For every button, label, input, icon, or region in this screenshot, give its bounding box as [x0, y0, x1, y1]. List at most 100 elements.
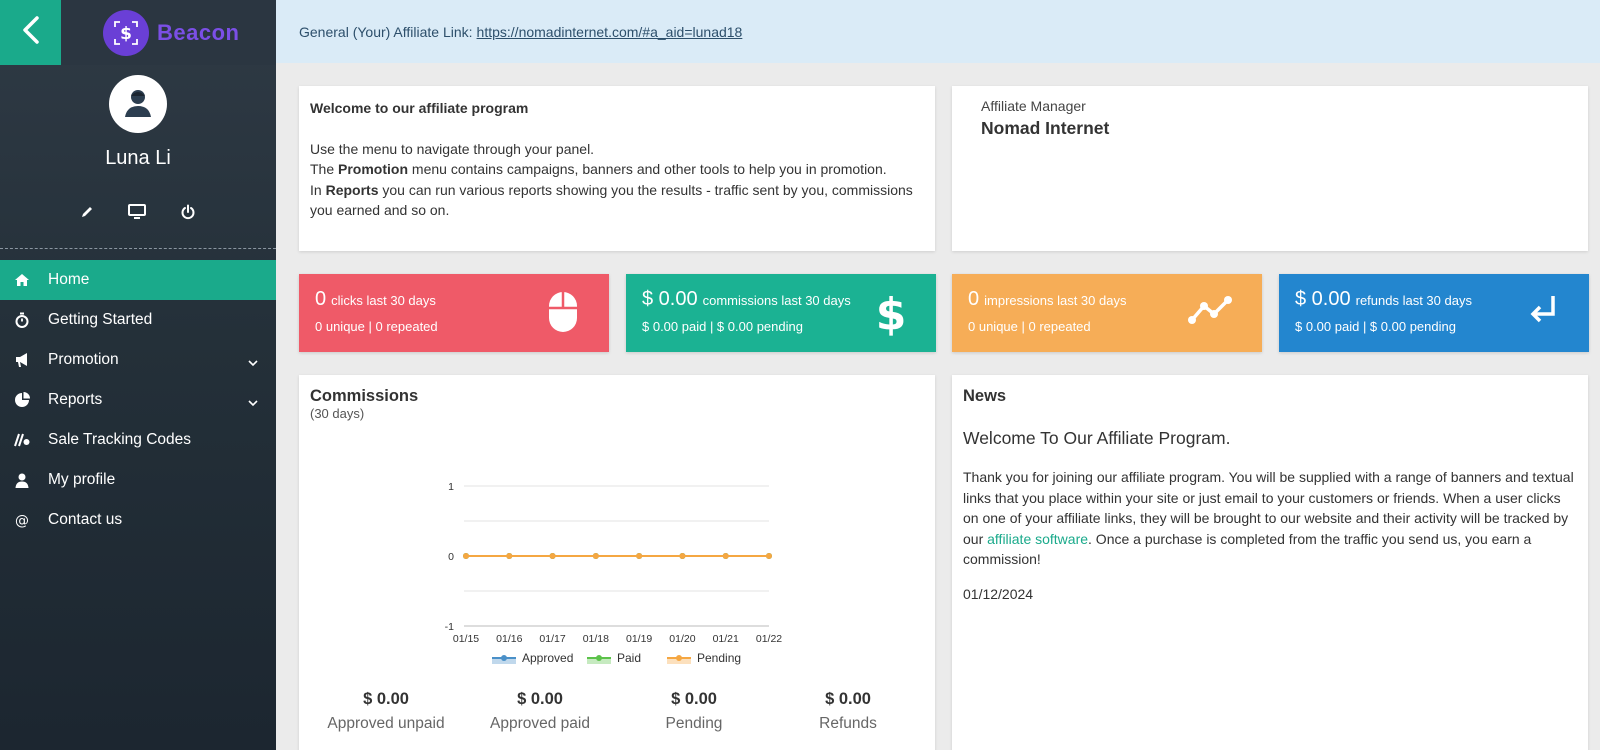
total-amount: $ 0.00	[825, 690, 871, 708]
sidebar-item-promotion[interactable]: Promotion	[0, 340, 276, 380]
sidebar-item-label: Home	[48, 271, 90, 288]
welcome-line-3-pre: In	[310, 181, 322, 198]
monitor-icon[interactable]	[128, 204, 146, 220]
return-arrow-icon	[1527, 290, 1559, 335]
total-pending: $ 0.00 Pending	[617, 690, 771, 733]
sidebar: $ Beacon Luna Li Home Getting Started Pr…	[0, 0, 276, 750]
total-label: Pending	[665, 715, 723, 732]
stat-impressions-caption: impressions last 30 days	[984, 293, 1127, 308]
chart-point	[679, 553, 686, 559]
chart-legend-marker	[676, 655, 682, 661]
sidebar-item-label: Promotion	[48, 351, 119, 368]
user-profile: Luna Li	[0, 65, 276, 224]
chevron-down-icon	[248, 354, 258, 372]
avatar[interactable]	[109, 75, 167, 133]
affiliate-manager-card: Affiliate Manager Nomad Internet	[952, 86, 1588, 251]
welcome-title: Welcome to our affiliate program	[310, 100, 529, 116]
total-label: Refunds	[819, 715, 877, 732]
affiliate-link[interactable]: https://nomadinternet.com/#a_aid=lunad18	[477, 24, 743, 40]
stat-clicks-value: 0	[315, 288, 327, 310]
brand-name: Beacon	[157, 19, 240, 45]
chart-series	[463, 553, 772, 559]
welcome-line-1: Use the menu to navigate through your pa…	[310, 140, 595, 157]
sidebar-item-reports[interactable]: Reports	[0, 380, 276, 420]
trend-line-icon	[1188, 290, 1232, 335]
svg-text:$: $	[120, 24, 132, 44]
profile-actions	[0, 200, 276, 224]
stat-impressions-value: 0	[968, 288, 980, 310]
chart-x-tick-label: 01/16	[496, 633, 522, 645]
edit-pencil-icon[interactable]	[80, 205, 94, 219]
total-label: Approved unpaid	[327, 715, 445, 732]
chart-y-tick-label: 1	[448, 481, 454, 493]
chart-point	[592, 553, 599, 559]
stat-commissions-value: $ 0.00	[642, 288, 698, 310]
chevron-down-icon	[248, 394, 258, 412]
affiliate-link-label: General (Your) Affiliate Link:	[299, 23, 473, 40]
chart-x-tick-label: 01/17	[539, 633, 565, 645]
welcome-line-3-post: you can run various reports showing you …	[310, 181, 913, 219]
welcome-line-2-bold: Promotion	[338, 161, 409, 177]
power-icon[interactable]	[180, 204, 196, 220]
sidebar-item-label: Contact us	[48, 511, 123, 528]
chart-x-tick-label: 01/19	[626, 633, 652, 645]
chart-legend-marker	[501, 655, 507, 661]
stat-commissions-caption: commissions last 30 days	[702, 293, 851, 308]
welcome-card: Welcome to our affiliate program Use the…	[299, 86, 935, 251]
total-approved-paid: $ 0.00 Approved paid	[463, 690, 617, 733]
sidebar-item-getting-started[interactable]: Getting Started	[0, 300, 276, 340]
sidebar-item-label: Sale Tracking Codes	[48, 431, 192, 448]
chart-y-tick-label: -1	[445, 621, 454, 633]
pie-chart-icon	[12, 392, 32, 408]
total-approved-unpaid: $ 0.00 Approved unpaid	[309, 690, 463, 733]
total-refunds: $ 0.00 Refunds	[771, 690, 925, 733]
chart-legend-label: Paid	[617, 651, 641, 665]
chart-point	[766, 553, 772, 559]
brand-logo-icon: $	[103, 9, 149, 56]
chevron-left-icon	[21, 15, 41, 50]
user-name: Luna Li	[105, 147, 171, 169]
chart-point	[506, 553, 513, 559]
affiliate-software-link[interactable]: affiliate software	[987, 531, 1088, 547]
sidebar-item-my-profile[interactable]: My profile	[0, 460, 276, 500]
sidebar-item-label: Reports	[48, 391, 103, 408]
sidebar-nav: Home Getting Started Promotion Reports S…	[0, 260, 276, 540]
chart-legend-label: Approved	[522, 651, 573, 665]
chart-point	[549, 553, 556, 559]
total-amount: $ 0.00	[671, 690, 717, 708]
at-sign-icon: @	[12, 512, 32, 528]
chart-y-ticks: 1 0 -1	[445, 481, 455, 633]
sidebar-item-label: My profile	[48, 471, 116, 488]
welcome-line-2-post: menu contains campaigns, banners and oth…	[411, 161, 887, 177]
chart-legend: Approved Paid Pending	[492, 651, 741, 665]
welcome-line-2-pre: The	[310, 161, 335, 177]
welcome-line-3: In Reports you can run various reports s…	[310, 180, 924, 221]
stat-refunds-value: $ 0.00	[1295, 288, 1351, 310]
affiliate-link-banner: General (Your) Affiliate Link: https://n…	[276, 0, 1600, 63]
user-avatar-icon	[121, 85, 155, 124]
sidebar-item-home[interactable]: Home	[0, 260, 276, 300]
news-title: News	[963, 387, 1007, 405]
mouse-icon	[547, 290, 579, 339]
news-card: News Welcome To Our Affiliate Program. T…	[952, 375, 1588, 750]
chart-y-tick-label: 0	[448, 551, 454, 563]
stat-commissions[interactable]: $ 0.00 commissions last 30 days $ 0.00 pa…	[626, 274, 936, 352]
stat-clicks[interactable]: 0 clicks last 30 days 0 unique | 0 repeat…	[299, 274, 609, 352]
chart-x-tick-label: 01/20	[669, 633, 695, 645]
chart-x-tick-label: 01/22	[756, 633, 782, 645]
affiliate-manager-name: Nomad Internet	[981, 118, 1110, 138]
stat-refunds[interactable]: $ 0.00 refunds last 30 days $ 0.00 paid |…	[1279, 274, 1589, 352]
affiliate-manager-label: Affiliate Manager	[981, 98, 1086, 114]
svg-text:$: $	[876, 290, 906, 336]
sidebar-item-sale-tracking-codes[interactable]: Sale Tracking Codes	[0, 420, 276, 460]
welcome-line-3-bold: Reports	[325, 181, 379, 198]
dollar-icon: $	[876, 289, 907, 341]
sidebar-divider	[0, 248, 276, 249]
chart-legend-label: Pending	[697, 651, 741, 665]
chart-point	[636, 553, 643, 559]
stat-impressions[interactable]: 0 impressions last 30 days 0 unique | 0 r…	[952, 274, 1262, 352]
brand[interactable]: $ Beacon	[61, 0, 276, 65]
sidebar-item-contact-us[interactable]: @ Contact us	[0, 500, 276, 540]
back-button[interactable]	[0, 0, 61, 65]
total-amount: $ 0.00	[517, 690, 563, 708]
